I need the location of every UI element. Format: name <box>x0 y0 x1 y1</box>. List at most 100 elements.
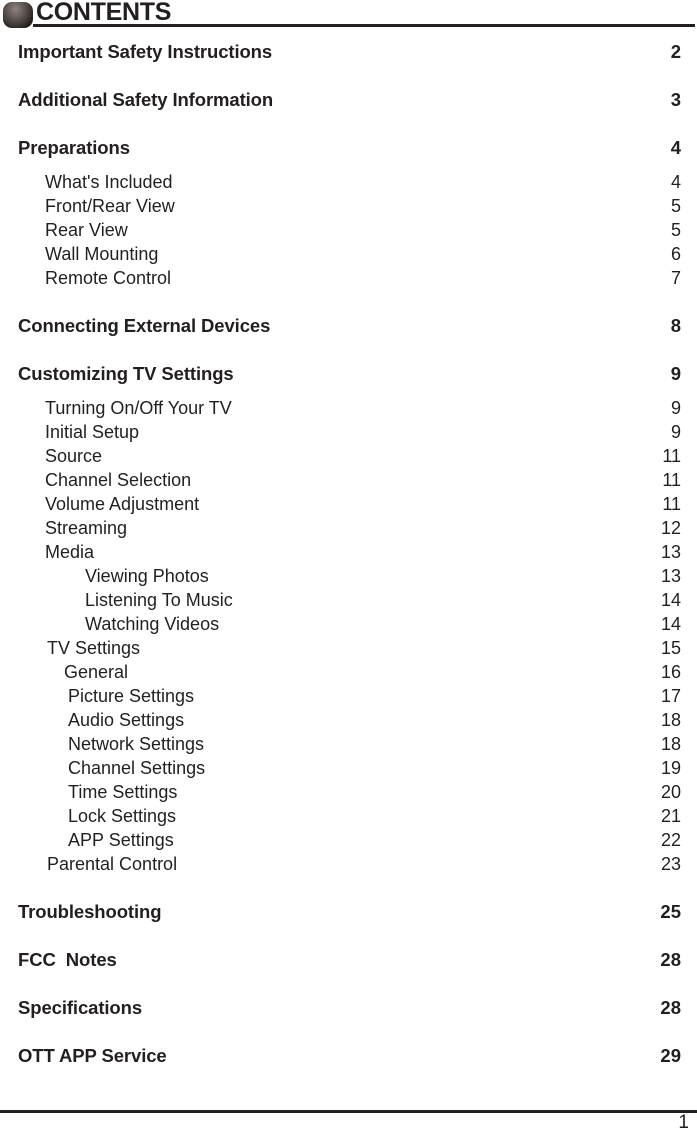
toc-entry-label: Time Settings <box>68 782 178 802</box>
toc-entry-page-number: 22 <box>660 830 681 850</box>
header-divider <box>33 24 695 27</box>
toc-entry-label: Preparations <box>18 137 130 158</box>
toc-entry-label: Source <box>45 446 103 466</box>
toc-entry-label: Listening To Music <box>85 590 233 610</box>
toc-entry[interactable]: Streaming 12 <box>0 516 697 540</box>
toc-entry[interactable]: TV Settings 15 <box>0 636 697 660</box>
toc-entry-page-number: 7 <box>670 268 681 288</box>
toc-entry[interactable]: OTT APP Service 29 <box>0 1044 697 1068</box>
toc-entry-page-number: 11 <box>662 470 681 490</box>
toc-entry-label: Front/Rear View <box>45 196 175 216</box>
toc-entry-label: Initial Setup <box>45 422 140 442</box>
toc-entry-page-number: 9 <box>670 363 681 384</box>
toc-entry[interactable]: Remote Control 7 <box>0 266 697 290</box>
toc-entry[interactable]: Specifications 28 <box>0 996 697 1020</box>
toc-entry-page-number: 4 <box>670 137 681 158</box>
toc-entry[interactable]: Customizing TV Settings 9 <box>0 362 697 386</box>
toc-entry-page-number: 8 <box>670 315 681 336</box>
page-header: CONTENTS <box>0 0 697 30</box>
toc-entry-label: Rear View <box>45 220 128 240</box>
toc-entry[interactable]: Troubleshooting 25 <box>0 900 697 924</box>
toc-entry-page-number: 23 <box>660 854 681 874</box>
toc-entry[interactable]: Lock Settings 21 <box>0 804 697 828</box>
toc-entry-label: FCC Notes <box>18 949 117 970</box>
toc-entry-label: What's Included <box>45 172 173 192</box>
toc-entry-page-number: 20 <box>660 782 681 802</box>
toc-entry-page-number: 5 <box>670 196 681 216</box>
toc-entry[interactable]: Audio Settings 18 <box>0 708 697 732</box>
toc-entry-page-number: 2 <box>670 41 681 62</box>
toc-entry-page-number: 5 <box>670 220 681 240</box>
toc-entry[interactable]: Preparations 4 <box>0 136 697 160</box>
toc-entry[interactable]: Source 11 <box>0 444 697 468</box>
toc-entry[interactable]: Channel Settings 19 <box>0 756 697 780</box>
toc-entry-label: Watching Videos <box>85 614 220 634</box>
toc-entry[interactable]: General 16 <box>0 660 697 684</box>
toc-entry-page-number: 12 <box>660 518 681 538</box>
toc-entry-page-number: 28 <box>660 997 681 1018</box>
toc-entry-page-number: 14 <box>660 590 681 610</box>
toc-entry[interactable]: Media 13 <box>0 540 697 564</box>
toc-entry-page-number: 14 <box>660 614 681 634</box>
toc-entry-label: APP Settings <box>68 830 174 850</box>
toc-entry[interactable]: What's Included 4 <box>0 170 697 194</box>
page-title: CONTENTS <box>36 0 172 26</box>
toc-entry-page-number: 13 <box>660 566 681 586</box>
footer-divider <box>0 1110 697 1113</box>
toc-entry-label: Streaming <box>45 518 128 538</box>
toc-entry-page-number: 15 <box>660 638 681 658</box>
toc-entry-page-number: 18 <box>660 734 681 754</box>
toc-entry-label: OTT APP Service <box>18 1045 167 1066</box>
toc-entry-label: Additional Safety Information <box>18 89 274 110</box>
toc-entry-page-number: 25 <box>660 901 681 922</box>
toc-entry-page-number: 3 <box>670 89 681 110</box>
toc-entry[interactable]: Listening To Music 14 <box>0 588 697 612</box>
toc-entry-label: Lock Settings <box>68 806 177 826</box>
toc-entry-label: Connecting External Devices <box>18 315 271 336</box>
toc-entry-label: Customizing TV Settings <box>18 363 234 384</box>
toc-entry-label: Network Settings <box>68 734 205 754</box>
toc-entry[interactable]: Initial Setup 9 <box>0 420 697 444</box>
toc-entry[interactable]: APP Settings 22 <box>0 828 697 852</box>
toc-entry-label: Important Safety Instructions <box>18 41 273 62</box>
toc-entry-page-number: 13 <box>660 542 681 562</box>
toc-entry-label: Channel Settings <box>68 758 206 778</box>
toc-entry-label: Volume Adjustment <box>45 494 200 514</box>
toc-entry-label: TV Settings <box>47 638 141 658</box>
toc-entry[interactable]: Volume Adjustment 11 <box>0 492 697 516</box>
toc-entry[interactable]: FCC Notes 28 <box>0 948 697 972</box>
toc-entry-label: Troubleshooting <box>18 901 162 922</box>
toc-entry[interactable]: Additional Safety Information 3 <box>0 88 697 112</box>
toc-entry[interactable]: Picture Settings 17 <box>0 684 697 708</box>
toc-entry-label: Viewing Photos <box>85 566 209 586</box>
toc-entry[interactable]: Connecting External Devices 8 <box>0 314 697 338</box>
toc-entry-page-number: 11 <box>662 494 681 514</box>
toc-entry[interactable]: Important Safety Instructions 2 <box>0 40 697 64</box>
toc-entry[interactable]: Channel Selection 11 <box>0 468 697 492</box>
toc-entry-page-number: 9 <box>670 422 681 442</box>
toc-entry-page-number: 17 <box>660 686 681 706</box>
toc-entry[interactable]: Wall Mounting 6 <box>0 242 697 266</box>
toc-entry[interactable]: Front/Rear View 5 <box>0 194 697 218</box>
toc-entry-page-number: 29 <box>660 1045 681 1066</box>
toc-entry-page-number: 4 <box>670 172 681 192</box>
table-of-contents: Important Safety Instructions 2 Additional… <box>0 40 697 1068</box>
toc-entry-label: Channel Selection <box>45 470 192 490</box>
toc-entry[interactable]: Viewing Photos 13 <box>0 564 697 588</box>
toc-entry-page-number: 21 <box>660 806 681 826</box>
toc-entry[interactable]: Rear View 5 <box>0 218 697 242</box>
toc-entry[interactable]: Watching Videos 14 <box>0 612 697 636</box>
toc-entry[interactable]: Parental Control 23 <box>0 852 697 876</box>
toc-entry[interactable]: Time Settings 20 <box>0 780 697 804</box>
toc-entry[interactable]: Network Settings 18 <box>0 732 697 756</box>
toc-entry-label: Media <box>45 542 95 562</box>
toc-entry-page-number: 16 <box>660 662 681 682</box>
toc-entry[interactable]: Turning On/Off Your TV 9 <box>0 396 697 420</box>
